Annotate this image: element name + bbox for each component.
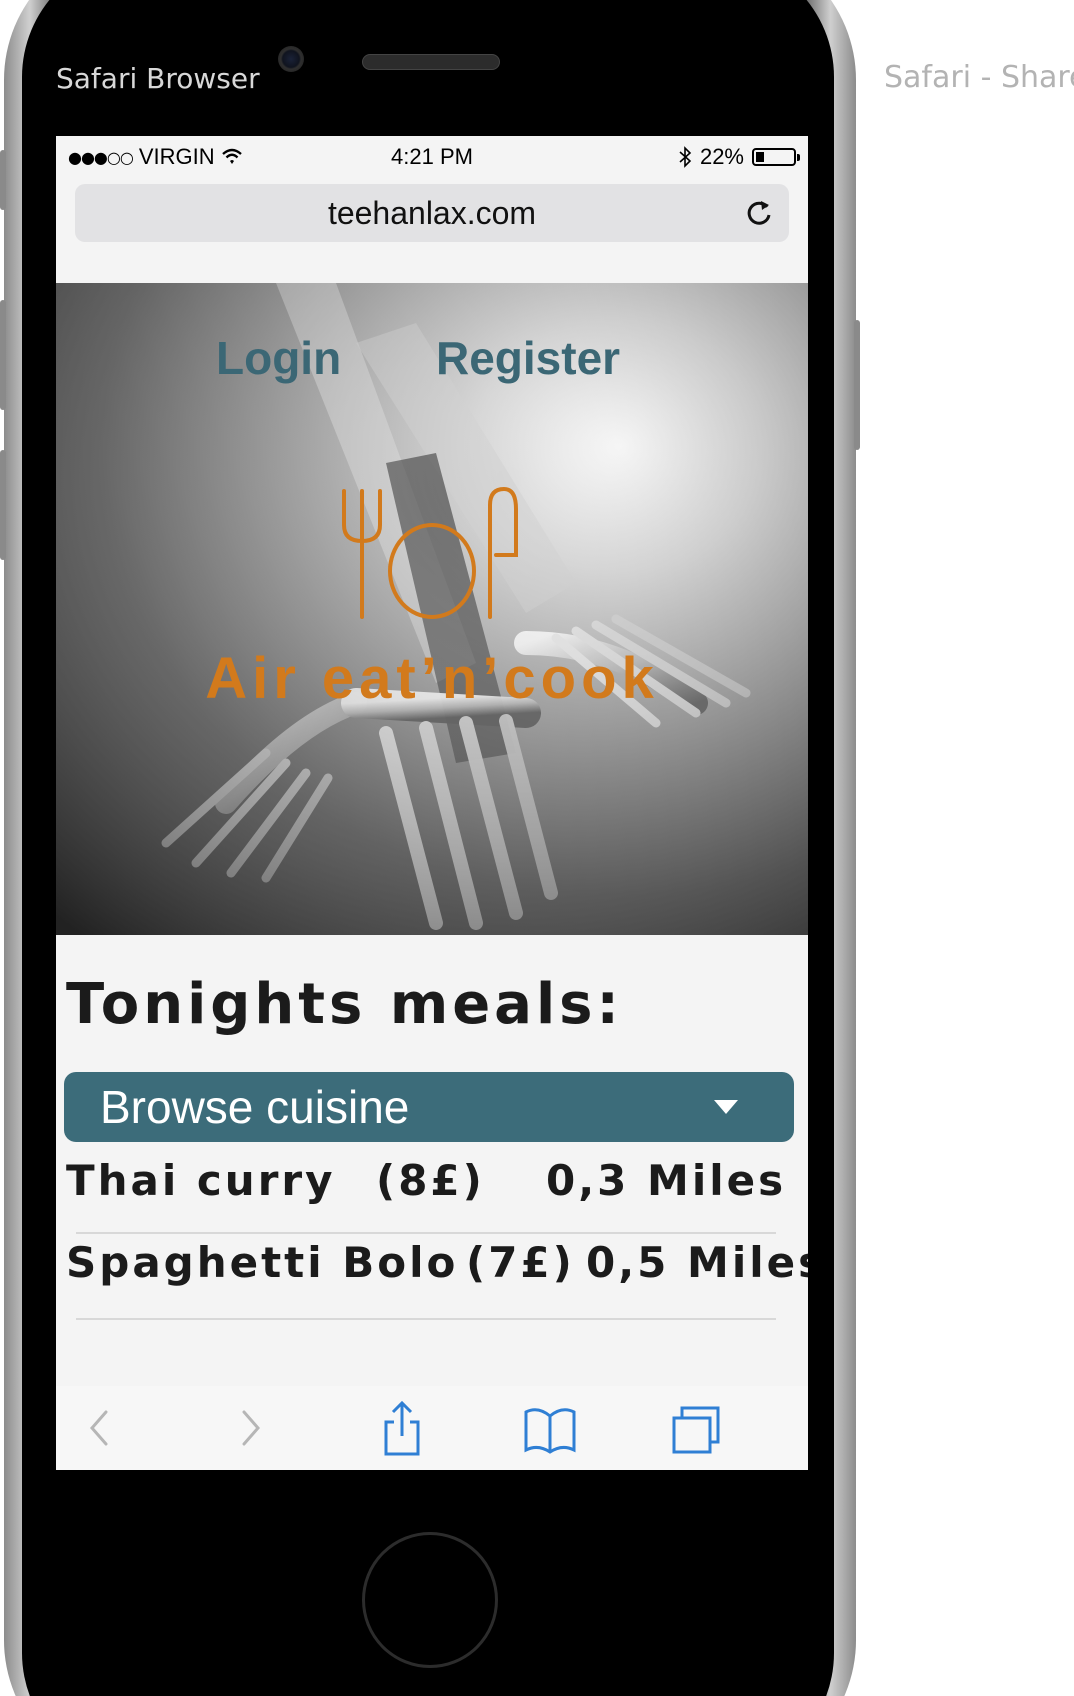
book-icon[interactable] [520,1398,580,1458]
battery-percent: 22% [699,144,744,169]
home-button[interactable] [362,1532,498,1668]
browse-cuisine-dropdown[interactable]: Browse cuisine [64,1072,794,1142]
mute-switch [0,150,6,210]
hero-banner: Login Register Air eat’n’cook [56,283,808,935]
volume-down-button [0,450,6,560]
chevron-left-icon[interactable] [70,1398,130,1458]
phone-screen: ●●●○○ VIRGIN 4:21 PM 22% teehanlax.com L… [56,136,808,1470]
status-right: 22% [678,144,800,170]
meal-divider [76,1318,776,1320]
power-button [854,320,860,450]
volume-up-button [0,300,6,410]
stage: Safari - Share Safari Browser ●●●○○ VIRG… [0,0,1074,1696]
login-link[interactable]: Login [216,331,341,385]
address-bar[interactable]: teehanlax.com [75,184,789,242]
meal-divider [76,1232,776,1234]
status-bar: ●●●○○ VIRGIN 4:21 PM 22% [56,136,808,176]
meal-name: Spaghetti Bolo [66,1238,459,1287]
url-text: teehanlax.com [327,195,537,231]
meal-price: (7£) [466,1238,575,1287]
meal-name: Thai curry [66,1156,336,1205]
fork-plate-logo-icon [342,486,518,619]
meal-distance: 0,5 Miles [586,1238,808,1287]
browser-toolbar [56,1386,808,1470]
register-link[interactable]: Register [436,331,620,385]
caret-down-icon [714,1100,738,1114]
window-label: Safari Browser [56,62,260,95]
meal-price: (8£) [376,1156,485,1205]
chevron-right-icon[interactable] [220,1398,280,1458]
meals-title: Tonights meals: [66,972,623,1037]
reload-icon[interactable] [743,197,775,229]
meal-row[interactable]: Thai curry (8£) 0,3 Miles [66,1156,808,1216]
tabs-icon[interactable] [668,1398,728,1458]
battery-icon [752,148,800,166]
earpiece-speaker [362,54,500,70]
battery-level [756,152,764,162]
meal-distance: 0,3 Miles [546,1156,787,1205]
meal-row[interactable]: Spaghetti Bolo (7£) 0,5 Miles [66,1238,808,1298]
front-camera [278,46,304,72]
bluetooth-icon [679,146,692,168]
browse-cuisine-label: Browse cuisine [100,1081,410,1133]
side-caption: Safari - Share [884,60,1074,95]
brand-name: Air eat’n’cook [205,646,659,711]
share-icon[interactable] [372,1398,432,1458]
